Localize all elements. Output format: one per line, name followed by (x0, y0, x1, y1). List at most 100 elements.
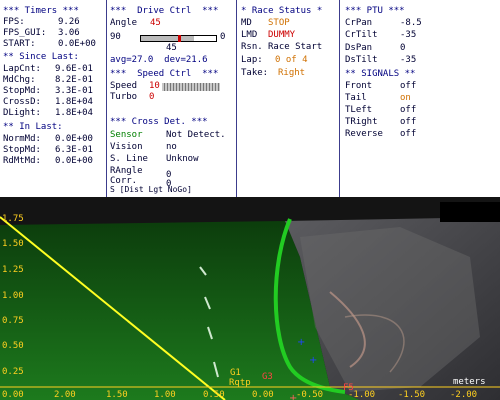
x-axis-label: 1.00 (154, 390, 176, 400)
cross-flags: S [Dist Lgt NoGo] (110, 185, 192, 194)
dstilt-label: DsTilt (345, 55, 378, 65)
y-axis-label: 1.25 (2, 265, 24, 275)
sensor-value: Not Detect. (166, 130, 226, 140)
cross-det-header: *** Cross Det. *** (110, 117, 208, 127)
drive-ctrl-header: *** Drive Ctrl *** (110, 6, 219, 16)
x-axis-label: 1.50 (106, 390, 128, 400)
lapcnt-label: LapCnt: (3, 64, 41, 74)
camera-view[interactable]: + + + 1.75 1.50 1.25 1.00 0.75 0.50 0.25… (0, 197, 500, 400)
tright-label: TRight (345, 117, 378, 127)
marker-g1: G1 (230, 368, 241, 378)
front-label: Front (345, 81, 373, 91)
fps-label: FPS: (3, 17, 25, 27)
rsn-value: Race Start (268, 42, 323, 52)
angle-slider-center: 45 (166, 43, 177, 53)
x-axis-label: 0.50 (203, 390, 225, 400)
marker-plus: + (297, 337, 305, 348)
lmd-label: LMD (241, 30, 258, 40)
angle-slider-thumb[interactable] (177, 35, 181, 42)
stopmd2-value: 6.3E-01 (55, 145, 93, 155)
y-axis-label: 0.25 (2, 367, 24, 377)
angle-stats: avg=27.0 dev=21.6 (110, 55, 208, 65)
tail-value: on (400, 93, 411, 103)
sline-value: Unknow (166, 154, 199, 164)
signals-header: ** SIGNALS ** (345, 69, 416, 79)
tail-label: Tail (345, 93, 367, 103)
ptu-header: *** PTU *** (345, 6, 405, 16)
crtilt-value: -35 (400, 30, 417, 40)
angle-slider-max: 0 (220, 32, 226, 42)
panel-divider (339, 0, 340, 197)
angle-slider-min: 90 (110, 32, 121, 42)
timers-header: *** Timers *** (3, 6, 79, 16)
angle-label: Angle (110, 18, 138, 28)
y-axis-label: 0.50 (2, 341, 24, 351)
fps-value: 9.26 (58, 17, 80, 27)
noise-strip (440, 202, 500, 222)
start-value: 0.0E+00 (58, 39, 96, 49)
lapcnt-value: 9.6E-01 (55, 64, 93, 74)
y-axis-label: 0.00 (2, 390, 24, 400)
rsn-label: Rsn. (241, 42, 263, 52)
take-value: Right (278, 68, 306, 78)
stopmd-label: StopMd: (3, 86, 41, 96)
y-axis-label: 1.50 (2, 239, 24, 249)
marker-f5: F5 (343, 383, 354, 393)
speed-label: Speed (110, 81, 138, 91)
dspan-value: 0 (400, 43, 406, 53)
camera-image: + + + (0, 197, 500, 400)
marker-g3: G3 (262, 372, 273, 382)
speed-bar (162, 83, 220, 91)
dlight-label: DLight: (3, 108, 41, 118)
start-label: START: (3, 39, 36, 49)
speed-ctrl-header: *** Speed Ctrl *** (110, 69, 219, 79)
vision-label: Vision (110, 142, 143, 152)
crpan-label: CrPan (345, 18, 373, 28)
x-axis-label: 0.00 (252, 390, 274, 400)
x-axis-label: -1.50 (398, 390, 426, 400)
panel-divider (106, 0, 107, 197)
fps-gui-label: FPS_GUI: (3, 28, 47, 38)
dspan-label: DsPan (345, 43, 373, 53)
crpan-value: -8.5 (400, 18, 422, 28)
crossd-label: CrossD: (3, 97, 41, 107)
y-axis-label: 0.75 (2, 316, 24, 326)
status-panels: *** Timers *** FPS: 9.26 FPS_GUI: 3.06 S… (0, 0, 500, 197)
sensor-label: Sensor (110, 130, 143, 140)
lmd-value: DUMMY (268, 30, 296, 40)
x-axis-label: -0.50 (296, 390, 324, 400)
crtilt-label: CrTilt (345, 30, 378, 40)
normmd-value: 0.0E+00 (55, 134, 93, 144)
units-label: meters (453, 377, 486, 387)
marker-plus: + (309, 355, 317, 366)
since-last-header: ** Since Last: (3, 52, 79, 62)
rdmtmd-value: 0.0E+00 (55, 156, 93, 166)
turbo-label: Turbo (110, 92, 138, 102)
reverse-label: Reverse (345, 129, 383, 139)
reverse-value: off (400, 129, 417, 139)
tright-value: off (400, 117, 417, 127)
front-value: off (400, 81, 417, 91)
stopmd2-label: StopMd: (3, 145, 41, 155)
y-axis-label: 1.75 (2, 214, 24, 224)
angle-slider[interactable] (140, 35, 217, 42)
rdmtmd-label: RdMtMd: (3, 156, 41, 166)
crossd-value: 1.8E+04 (55, 97, 93, 107)
tleft-value: off (400, 105, 417, 115)
dstilt-value: -35 (400, 55, 417, 65)
turbo-value: 0 (149, 92, 155, 102)
take-label: Take: (241, 68, 269, 78)
tleft-label: TLeft (345, 105, 373, 115)
x-axis-label: 2.00 (54, 390, 76, 400)
robot-control-gui: *** Timers *** FPS: 9.26 FPS_GUI: 3.06 S… (0, 0, 500, 400)
sline-label: S. Line (110, 154, 148, 164)
marker-rqtp: Rqtp (229, 378, 251, 388)
md-label: MD (241, 18, 252, 28)
normmd-label: NormMd: (3, 134, 41, 144)
panel-divider (236, 0, 237, 197)
md-value: STOP (268, 18, 290, 28)
vision-value: no (166, 142, 177, 152)
angle-value: 45 (150, 18, 161, 28)
x-axis-label: -2.00 (450, 390, 478, 400)
angle-slider-fill (141, 36, 194, 41)
